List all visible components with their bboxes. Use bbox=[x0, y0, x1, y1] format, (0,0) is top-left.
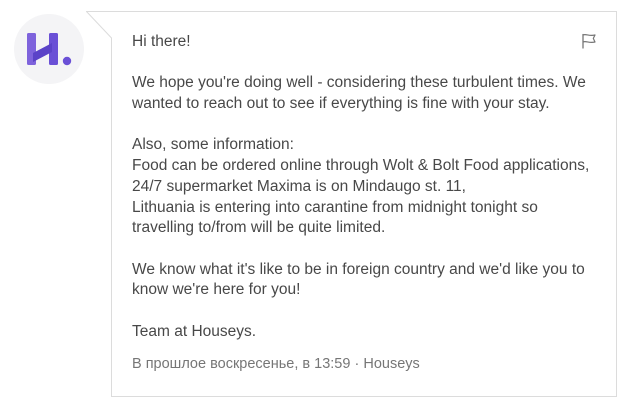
flag-icon bbox=[582, 33, 596, 49]
message-paragraph: Team at Houseys. bbox=[132, 322, 257, 340]
message-paragraph: We hope you're doing well - considering … bbox=[132, 74, 586, 113]
message-timestamp: В прошлое воскресенье, в 13:59 bbox=[132, 356, 351, 372]
message-paragraph: We know what it's like to be in foreign … bbox=[132, 260, 585, 299]
sender-name-link[interactable]: Houseys bbox=[363, 356, 419, 372]
sender-avatar[interactable] bbox=[14, 14, 84, 84]
message-meta: В прошлое воскресенье, в 13:59 · Houseys bbox=[132, 356, 420, 372]
message-paragraph: Also, some information: Food can be orde… bbox=[132, 136, 590, 237]
report-flag-button[interactable] bbox=[581, 33, 597, 49]
message-body: Hi there! We hope you're doing well - co… bbox=[132, 32, 602, 342]
message-paragraph: Hi there! bbox=[132, 33, 191, 50]
meta-separator: · bbox=[354, 356, 360, 372]
houseys-logo-icon bbox=[27, 33, 72, 66]
message-bubble: Hi there! We hope you're doing well - co… bbox=[86, 11, 617, 397]
